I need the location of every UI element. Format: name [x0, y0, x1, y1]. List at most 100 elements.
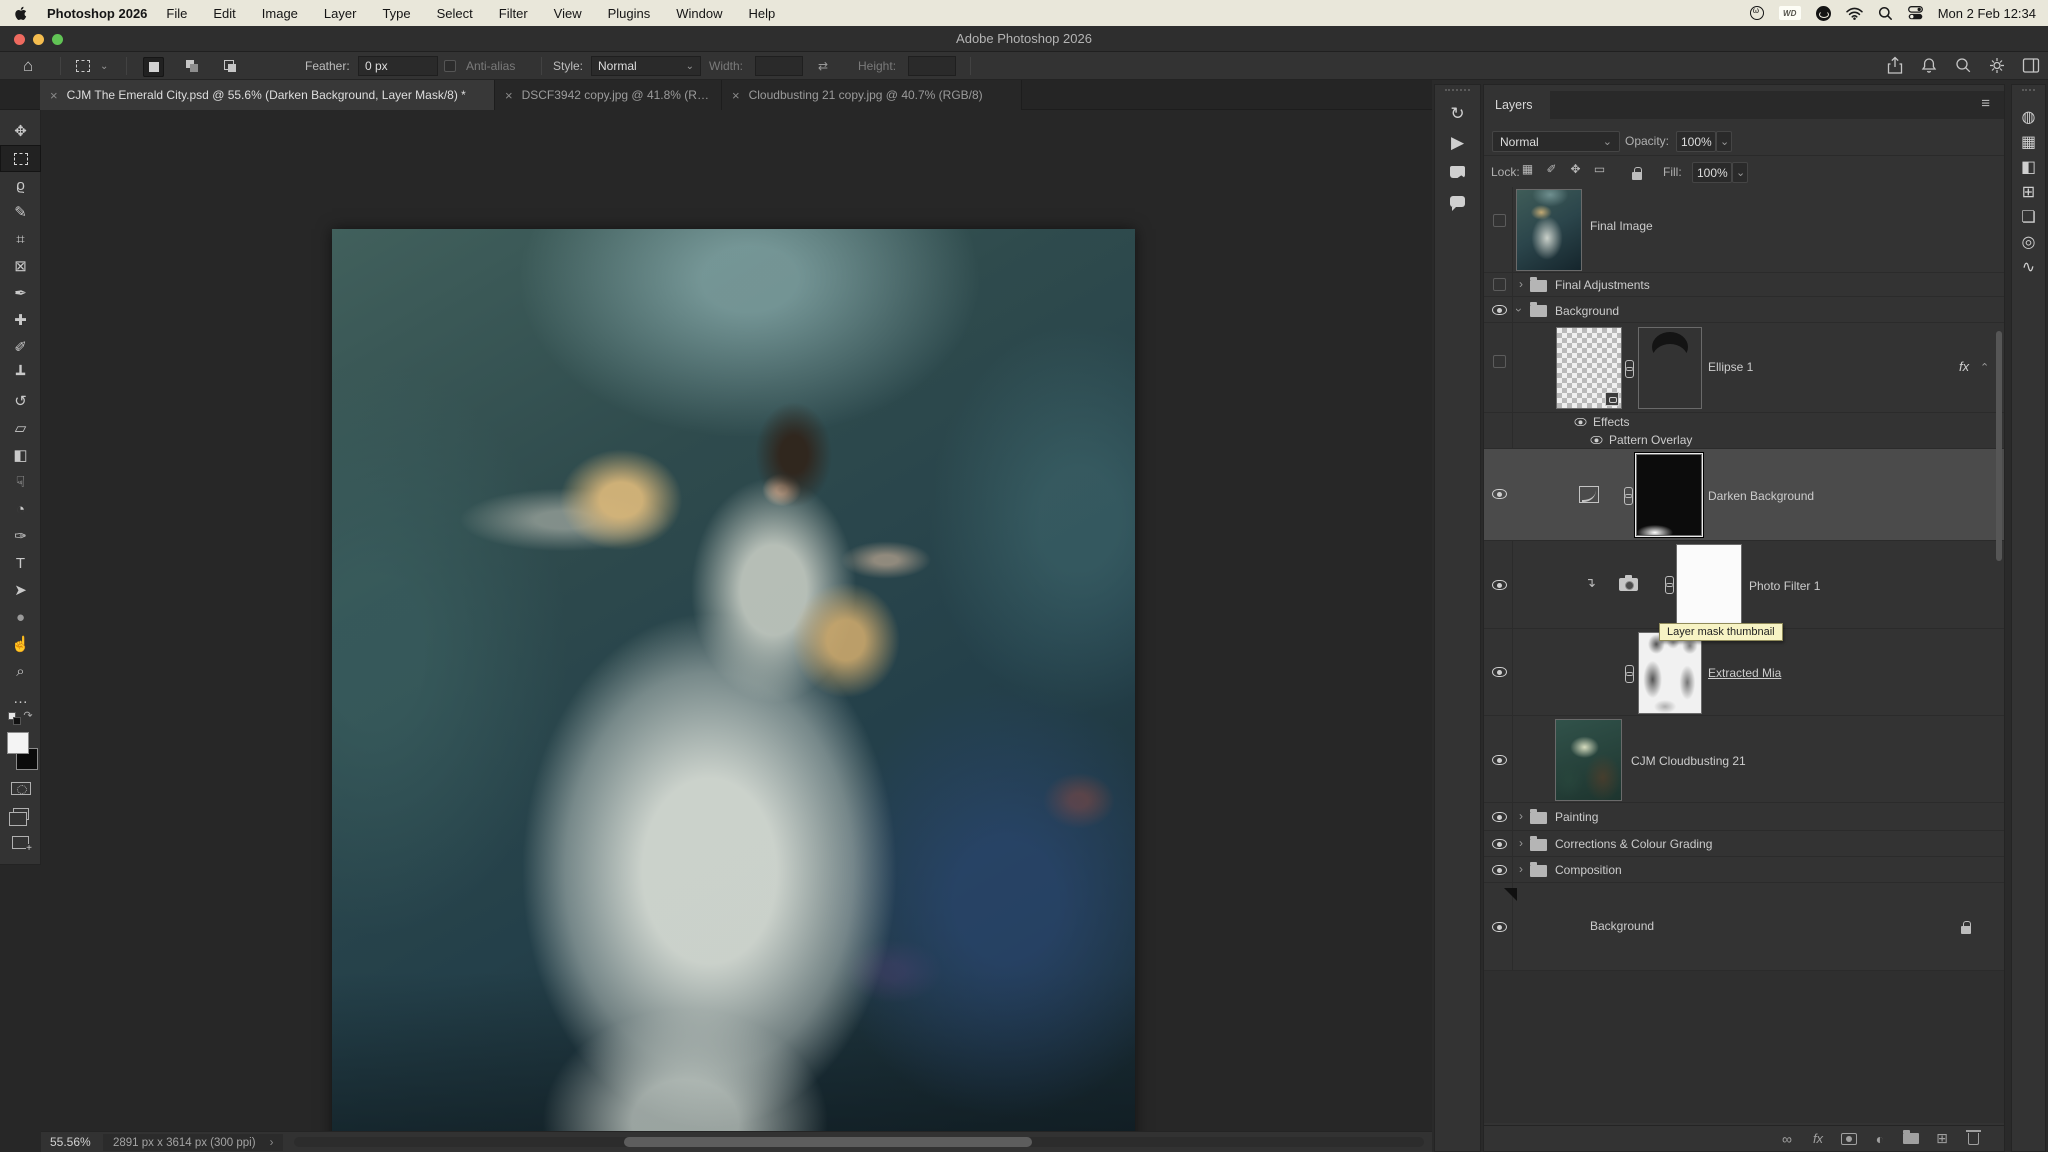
layer-thumbnail[interactable]	[1556, 720, 1621, 800]
marquee-tool-preset-icon[interactable]	[76, 52, 90, 80]
expand-chevron-icon[interactable]: ›	[1519, 836, 1523, 850]
screen-mode-icon[interactable]	[0, 808, 41, 820]
layer-row-background-group[interactable]: › Background	[1484, 297, 2004, 323]
mask-link-icon[interactable]	[1624, 360, 1633, 376]
visibility-eye-icon[interactable]	[1492, 755, 1507, 765]
actions-panel-icon[interactable]: ▶	[1446, 133, 1470, 153]
wifi-icon[interactable]	[1846, 7, 1863, 20]
canvas-image[interactable]	[332, 229, 1135, 1152]
opacity-chevron-icon[interactable]: ⌄	[1716, 131, 1732, 152]
visibility-eye-icon[interactable]	[1492, 489, 1507, 499]
menu-type[interactable]: Type	[369, 6, 423, 21]
layer-mask-thumbnail[interactable]	[1639, 328, 1701, 408]
spotlight-icon[interactable]	[1878, 6, 1893, 21]
layer-row-final-image[interactable]: Final Image	[1484, 187, 2004, 273]
visibility-eye-icon[interactable]	[1492, 922, 1507, 932]
layer-thumbnail[interactable]	[1517, 190, 1581, 270]
layer-row-composition[interactable]: › Composition	[1484, 857, 2004, 883]
tab-dscf3942[interactable]: × DSCF3942 copy.jpg @ 41.8% (RGB/8)	[495, 80, 722, 110]
adjustment-layer-icon[interactable]: ◐	[1871, 1131, 1889, 1147]
paths-panel-icon[interactable]: ∿	[2017, 254, 2041, 279]
lock-artboard-icon[interactable]: ▭	[1592, 161, 1607, 177]
collapse-chevron-icon[interactable]: ›	[1512, 308, 1526, 312]
menu-help[interactable]: Help	[736, 6, 789, 21]
delete-layer-icon[interactable]	[1964, 1131, 1982, 1147]
color-panel-icon[interactable]: ◍	[2017, 104, 2041, 129]
menu-select[interactable]: Select	[424, 6, 486, 21]
wd-drive-icon[interactable]: WD	[1779, 6, 1801, 20]
subtract-selection-icon[interactable]	[219, 56, 240, 76]
opacity-input[interactable]: 100%	[1676, 131, 1716, 152]
lock-brush-icon[interactable]: ✐	[1544, 161, 1559, 177]
libraries-panel-icon[interactable]: ❏	[2017, 204, 2041, 229]
width-input[interactable]	[755, 56, 803, 76]
menu-app-name[interactable]: Photoshop 2026	[47, 6, 147, 21]
panel-menu-icon[interactable]: ≡	[1981, 95, 1990, 112]
tab-cloudbusting[interactable]: × Cloudbusting 21 copy.jpg @ 40.7% (RGB/…	[722, 80, 1022, 110]
new-layer-icon[interactable]: ⊞	[1933, 1131, 1951, 1147]
workspace-layout-icon[interactable]	[2022, 56, 2040, 75]
dodge-tool[interactable]: ◔	[0, 496, 41, 523]
layer-row-darken-background[interactable]: Darken Background	[1484, 449, 2004, 541]
layer-row-background[interactable]: Background	[1484, 883, 2004, 971]
type-tool[interactable]: T	[0, 550, 41, 577]
add-layer-mask-icon[interactable]	[1840, 1131, 1858, 1147]
mask-link-icon[interactable]	[1623, 487, 1632, 503]
layer-mask-thumbnail[interactable]	[1639, 633, 1701, 713]
height-input[interactable]	[908, 56, 956, 76]
visibility-eye-icon[interactable]	[1492, 865, 1507, 875]
crop-tool[interactable]: ⌗	[0, 226, 41, 253]
smudge-tool[interactable]: ☟	[0, 469, 41, 496]
layer-mask-thumbnail[interactable]	[1637, 455, 1701, 535]
layer-row-photo-filter-1[interactable]: ↴ Photo Filter 1	[1484, 541, 2004, 629]
share-icon[interactable]	[1886, 56, 1904, 75]
curves-adjustment-icon[interactable]	[1579, 486, 1599, 503]
zoom-level-indicator[interactable]: 55.56%	[50, 1135, 91, 1149]
apple-logo-icon[interactable]	[14, 5, 29, 22]
control-center-icon[interactable]	[1908, 6, 1923, 20]
expand-chevron-icon[interactable]: ›	[1519, 277, 1523, 291]
menu-layer[interactable]: Layer	[311, 6, 370, 21]
quick-mask-mode-icon[interactable]	[0, 782, 41, 795]
layers-scrollbar-thumb[interactable]	[1996, 331, 2002, 561]
new-group-icon[interactable]	[1902, 1131, 1920, 1147]
canvas-pasteboard[interactable]	[0, 110, 1432, 1152]
default-swap-colors-icon[interactable]: ↷	[0, 712, 41, 725]
notifications-bell-icon[interactable]	[1920, 56, 1938, 75]
history-panel-icon[interactable]: ↻	[1446, 104, 1470, 124]
visibility-eye-icon[interactable]	[1492, 812, 1507, 822]
discover-icon[interactable]	[1988, 56, 2006, 75]
layer-row-corrections-colour-grading[interactable]: › Corrections & Colour Grading	[1484, 831, 2004, 857]
libraries-left-panel-icon[interactable]	[1446, 162, 1470, 182]
layer-row-ellipse-1[interactable]: Ellipse 1 fx ⌃	[1484, 323, 2004, 413]
close-tab-icon[interactable]: ×	[50, 88, 58, 103]
expand-chevron-icon[interactable]: ›	[1519, 862, 1523, 876]
menu-window[interactable]: Window	[663, 6, 735, 21]
visibility-checkbox[interactable]	[1493, 278, 1506, 291]
visibility-checkbox[interactable]	[1493, 355, 1506, 368]
close-tab-icon[interactable]: ×	[732, 88, 740, 103]
layer-effects-icon[interactable]: fx	[1809, 1131, 1827, 1147]
layer-mask-thumbnail[interactable]	[1677, 545, 1741, 623]
new-selection-icon[interactable]	[143, 57, 164, 77]
channels-panel-icon[interactable]: ◎	[2017, 229, 2041, 254]
status-expand-chevron-icon[interactable]: ›	[270, 1137, 274, 1149]
hand-tool[interactable]: ☝	[0, 631, 41, 658]
spot-healing-brush-tool[interactable]: ✚	[0, 307, 41, 334]
comments-panel-icon[interactable]	[1446, 191, 1470, 211]
edit-toolbar-icon[interactable]: …	[0, 685, 41, 712]
eraser-tool[interactable]: ▱	[0, 415, 41, 442]
history-brush-tool[interactable]: ↺	[0, 388, 41, 415]
visibility-checkbox[interactable]	[1493, 214, 1506, 227]
style-dropdown[interactable]: Normal⌄	[591, 56, 701, 76]
menu-edit[interactable]: Edit	[200, 6, 248, 21]
visibility-eye-icon[interactable]	[1492, 580, 1507, 590]
search-icon[interactable]	[1954, 56, 1972, 75]
close-tab-icon[interactable]: ×	[505, 88, 513, 103]
eyedropper-tool[interactable]: ✒	[0, 280, 41, 307]
anti-alias-checkbox[interactable]	[444, 60, 456, 72]
layer-effects-fx-badge[interactable]: fx	[1959, 359, 1969, 374]
mask-link-icon[interactable]	[1624, 665, 1633, 681]
layer-row-extracted-mia[interactable]: Extracted Mia	[1484, 629, 2004, 716]
menu-clock[interactable]: Mon 2 Feb 12:34	[1938, 6, 2036, 21]
